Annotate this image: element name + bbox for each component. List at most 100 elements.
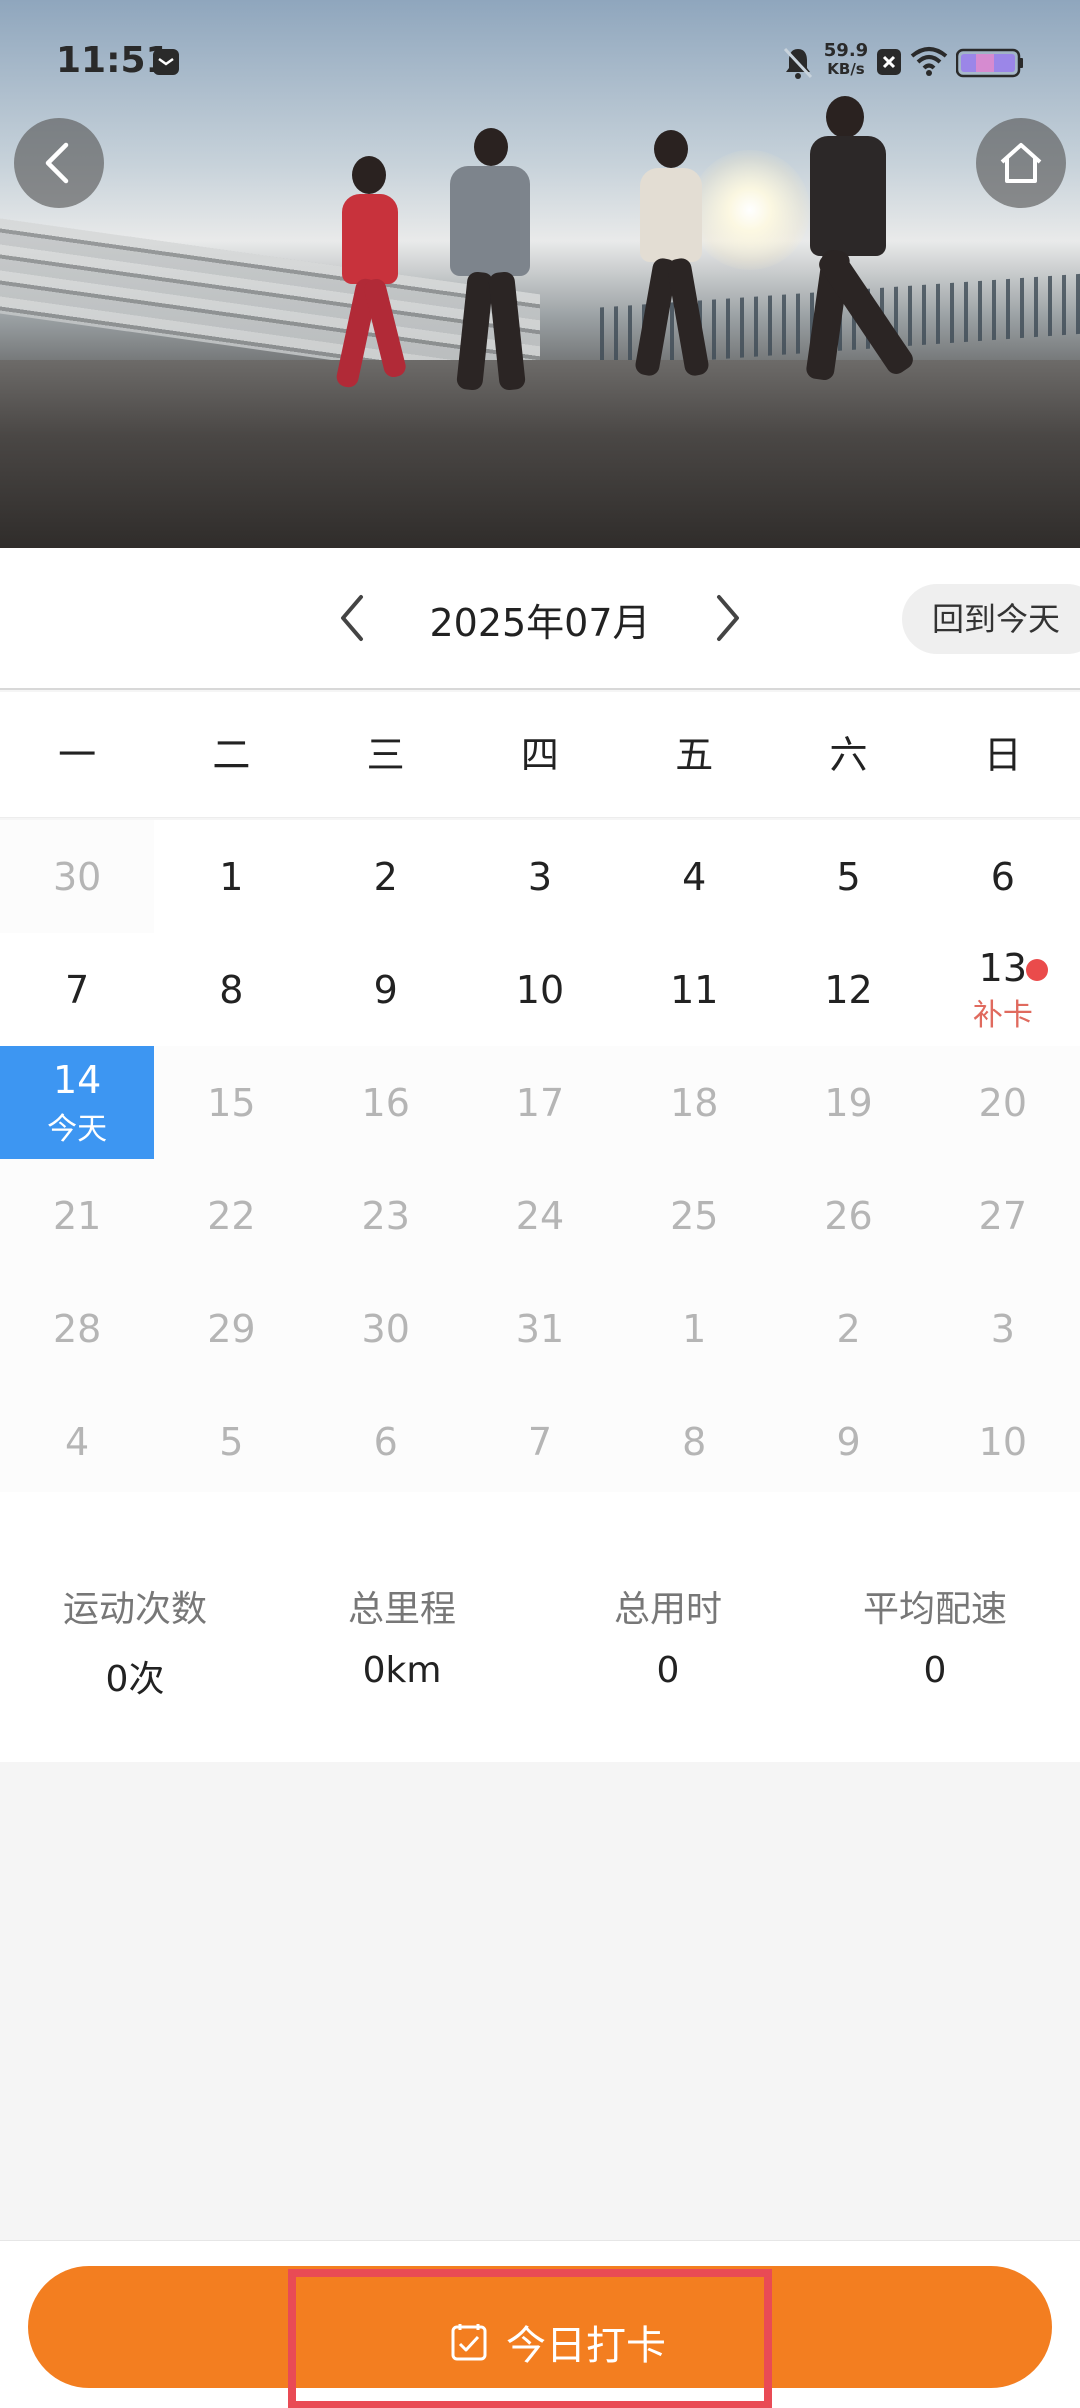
stat-count: 运动次数 0次 (15, 1580, 255, 1702)
net-speed-value: 59.9 (823, 40, 869, 61)
calendar-day[interactable]: 30 (309, 1272, 463, 1385)
weekday-label: 二 (212, 733, 251, 777)
bottom-bar: 今日打卡 (0, 2240, 1080, 2408)
day-number: 16 (361, 1080, 410, 1125)
calendar-day[interactable]: 22 (154, 1159, 308, 1272)
weekday-label: 五 (675, 733, 714, 777)
message-icon (152, 48, 180, 80)
home-icon (1000, 143, 1042, 183)
calendar-day[interactable]: 5 (771, 820, 926, 933)
stat-value: 0km (362, 1650, 442, 1691)
prev-month-button[interactable] (322, 588, 382, 648)
day-number: 7 (527, 1419, 553, 1464)
stat-value: 0 (923, 1650, 947, 1691)
day-number: 3 (990, 1306, 1015, 1351)
day-number: 9 (373, 967, 398, 1012)
calendar-day[interactable]: 19 (771, 1046, 925, 1159)
day-number: 30 (361, 1306, 410, 1351)
calendar-grid: 30 1 2 3 4 5 6 7 8 9 10 11 12 13 补卡 14 今… (0, 820, 1080, 1492)
calendar-day[interactable]: 1 (154, 820, 309, 933)
net-speed: 59.9 KB/s (822, 40, 870, 79)
bell-off-icon (782, 46, 814, 84)
day-number: 25 (670, 1193, 719, 1238)
highlight-box (288, 2269, 772, 2408)
calendar-day[interactable]: 8 (617, 1385, 771, 1498)
day-number: 7 (65, 967, 90, 1012)
day-number: 3 (527, 854, 553, 899)
day-number: 22 (207, 1193, 256, 1238)
weekday-label: 日 (983, 733, 1022, 777)
day-number: 27 (978, 1193, 1028, 1238)
calendar-day[interactable]: 27 (926, 1159, 1080, 1272)
stat-distance: 总里程 0km (282, 1580, 522, 1691)
home-button[interactable] (976, 118, 1066, 208)
day-number: 24 (515, 1193, 565, 1238)
weekday-label: 一 (58, 733, 97, 777)
calendar-day[interactable]: 2 (771, 1272, 925, 1385)
calendar-day[interactable]: 6 (925, 820, 1080, 933)
next-month-button[interactable] (698, 588, 758, 648)
runner-figure (320, 150, 420, 400)
calendar-day[interactable]: 31 (463, 1272, 617, 1385)
day-number: 14 (52, 1057, 102, 1102)
calendar-day[interactable]: 4 (617, 820, 772, 933)
calendar-day[interactable]: 30 (0, 820, 154, 933)
calendar-day[interactable]: 20 (926, 1046, 1080, 1159)
day-number: 12 (824, 967, 873, 1012)
calendar-day[interactable]: 26 (771, 1159, 925, 1272)
day-number: 1 (219, 854, 244, 899)
status-bar: 11:51 59.9 KB/s (0, 0, 1080, 130)
calendar-day[interactable]: 10 (462, 933, 618, 1046)
calendar-day[interactable]: 24 (463, 1159, 617, 1272)
weekday-label: 六 (829, 733, 868, 777)
day-number: 28 (52, 1306, 102, 1351)
stat-label: 总里程 (347, 1589, 456, 1630)
day-number: 8 (219, 967, 244, 1012)
back-button[interactable] (14, 118, 104, 208)
calendar-day[interactable]: 10 (926, 1385, 1080, 1498)
calendar-day[interactable]: 7 (463, 1385, 617, 1498)
battery-icon (955, 48, 1024, 82)
calendar-day-today[interactable]: 14 今天 (0, 1046, 155, 1159)
calendar-day[interactable]: 28 (0, 1272, 154, 1385)
stat-label: 总用时 (613, 1589, 722, 1630)
calendar-day[interactable]: 12 (771, 933, 926, 1046)
back-to-today-button[interactable]: 回到今天 (902, 584, 1080, 654)
day-number: 4 (65, 1419, 90, 1464)
calendar-day[interactable]: 1 (617, 1272, 771, 1385)
weekday-label: 三 (366, 733, 405, 777)
calendar-day[interactable]: 23 (309, 1159, 463, 1272)
calendar-day[interactable]: 9 (771, 1385, 925, 1498)
calendar-day[interactable]: 5 (154, 1385, 308, 1498)
chevron-left-icon (341, 595, 363, 641)
runner-figure (434, 124, 544, 404)
calendar-day[interactable]: 15 (154, 1046, 308, 1159)
calendar-day[interactable]: 18 (617, 1046, 771, 1159)
day-number: 5 (836, 854, 861, 899)
calendar-day[interactable]: 9 (308, 933, 463, 1046)
calendar-day-makeup[interactable]: 13 补卡 (925, 933, 1080, 1046)
day-number: 5 (219, 1419, 244, 1464)
chevron-left-icon (45, 142, 69, 184)
close-box-icon (876, 48, 902, 80)
day-number: 10 (515, 967, 565, 1012)
calendar-day[interactable]: 25 (617, 1159, 771, 1272)
calendar-day[interactable]: 3 (462, 820, 618, 933)
makeup-checkin-label: 补卡 (972, 997, 1033, 1033)
day-number: 9 (836, 1419, 861, 1464)
calendar-day[interactable]: 2 (308, 820, 463, 933)
day-number: 23 (361, 1193, 410, 1238)
calendar-day[interactable]: 17 (463, 1046, 617, 1159)
day-number: 6 (373, 1419, 398, 1464)
calendar-day[interactable]: 6 (309, 1385, 463, 1498)
calendar-day[interactable]: 8 (154, 933, 309, 1046)
day-number: 15 (207, 1080, 256, 1125)
calendar-day[interactable]: 7 (0, 933, 155, 1046)
calendar-day[interactable]: 29 (154, 1272, 308, 1385)
calendar-day[interactable]: 4 (0, 1385, 154, 1498)
calendar-day[interactable]: 16 (309, 1046, 463, 1159)
calendar-day[interactable]: 11 (617, 933, 772, 1046)
day-number: 2 (836, 1306, 861, 1351)
calendar-day[interactable]: 3 (926, 1272, 1080, 1385)
calendar-day[interactable]: 21 (0, 1159, 154, 1272)
